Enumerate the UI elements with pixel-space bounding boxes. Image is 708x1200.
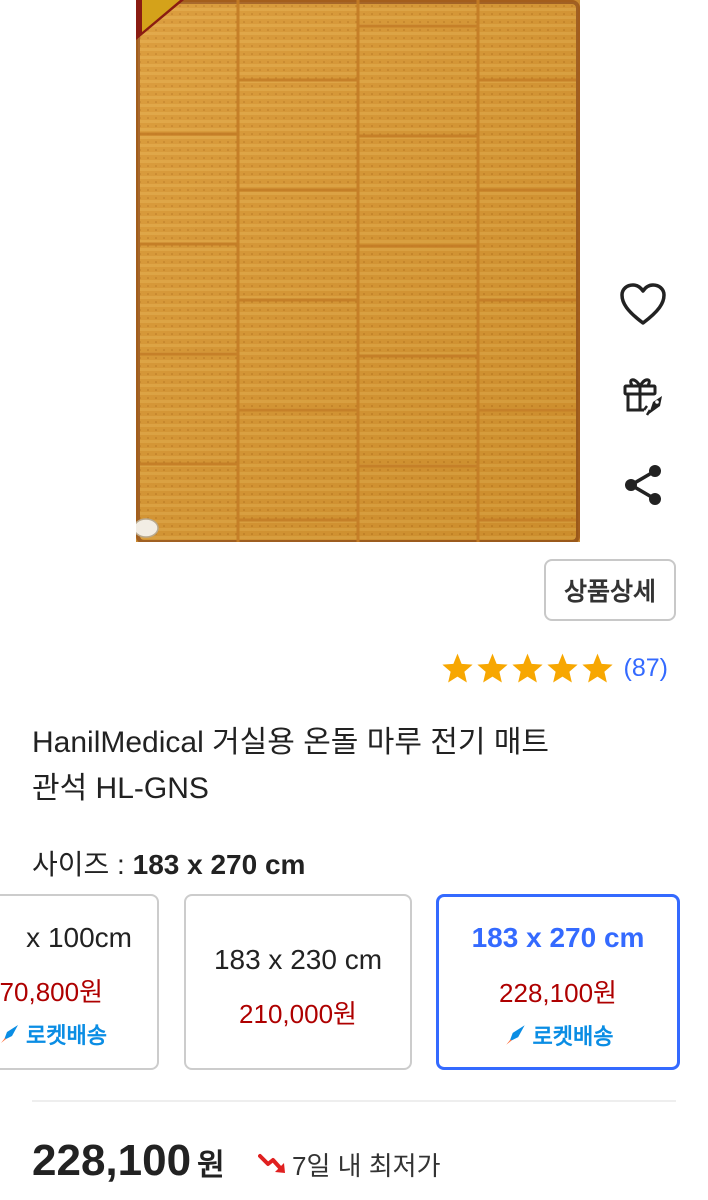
product-image[interactable] — [136, 0, 580, 542]
product-page: 상품상세 (87) HanilMedical 거실용 온돌 마루 전기 매트 관… — [0, 0, 708, 1200]
share-icon — [621, 462, 665, 513]
star-icon — [546, 653, 578, 683]
rating-stars — [441, 652, 614, 684]
rocket-icon — [505, 1025, 525, 1045]
product-details-button[interactable]: 상품상세 — [544, 559, 676, 621]
gift-button[interactable] — [612, 366, 674, 428]
star-icon — [511, 653, 543, 683]
lowest-price-label: 7일 내 최저가 — [292, 1151, 441, 1181]
divider — [32, 1100, 676, 1102]
review-count[interactable]: (87) — [624, 654, 668, 683]
final-price: 228,100 원 — [32, 1136, 225, 1186]
option-size: x 100cm — [26, 922, 132, 953]
gift-rocket-icon — [620, 372, 666, 423]
rocket-delivery-badge: 로켓배송 — [0, 1018, 193, 1050]
star-icon — [441, 653, 473, 683]
option-size: 183 x 270 cm — [471, 922, 645, 953]
option-price: 210,000원 — [239, 999, 357, 1029]
size-option-2[interactable]: 183 x 230 cm 210,000원 — [184, 894, 412, 1070]
product-title-line-2: 관석 HL-GNS — [32, 772, 209, 805]
star-icon — [581, 653, 613, 683]
price-currency: 원 — [197, 1149, 225, 1182]
trend-down-arrow-icon — [258, 1153, 285, 1173]
selected-size: 183 x 270 cm — [132, 849, 306, 880]
star-icon — [476, 653, 508, 683]
rating[interactable]: (87) — [441, 648, 668, 688]
price-amount: 228,100 — [32, 1136, 192, 1185]
share-button[interactable] — [612, 456, 674, 518]
rocket-icon — [1, 1025, 18, 1043]
option-price: 70,800원 — [0, 977, 103, 1007]
size-option-1[interactable]: x 100cm 70,800원 로켓배송 — [0, 894, 159, 1070]
option-price: 228,100원 — [499, 978, 617, 1008]
heart-icon — [619, 282, 667, 332]
option-size: 183 x 230 cm — [213, 944, 383, 975]
lowest-price-badge: 7일 내 최저가 — [258, 1146, 441, 1183]
product-title: HanilMedical 거실용 온돌 마루 전기 매트 관석 HL-GNS — [32, 720, 672, 812]
rocket-delivery-label: 로켓배송 — [26, 1023, 107, 1048]
rocket-delivery-label: 로켓배송 — [532, 1024, 614, 1049]
size-label-text: 사이즈 : — [32, 849, 133, 880]
product-title-line-1: HanilMedical 거실용 온돌 마루 전기 매트 — [32, 726, 550, 759]
wishlist-button[interactable] — [612, 276, 674, 338]
size-label: 사이즈 : 183 x 270 cm — [32, 843, 305, 883]
rocket-delivery-badge: 로켓배송 — [439, 1019, 677, 1051]
size-option-3-selected[interactable]: 183 x 270 cm 228,100원 로켓배송 — [436, 894, 680, 1070]
